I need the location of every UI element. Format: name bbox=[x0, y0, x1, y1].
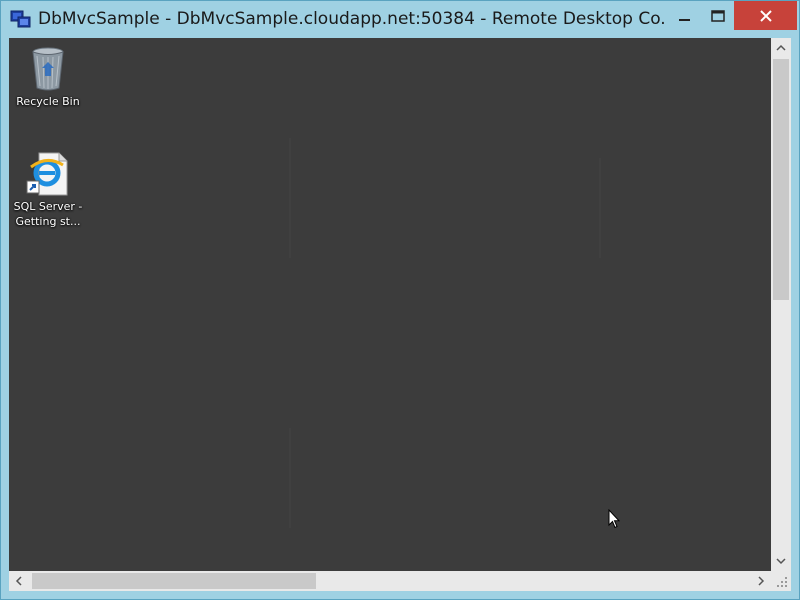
remote-desktop-window: DbMvcSample - DbMvcSample.cloudapp.net:5… bbox=[0, 0, 800, 600]
remote-desktop-area[interactable]: Recycle Bin SQL Server - Getting st... bbox=[9, 38, 771, 571]
mouse-cursor-icon bbox=[608, 509, 620, 529]
scroll-up-button[interactable] bbox=[771, 38, 791, 58]
chevron-right-icon bbox=[758, 576, 765, 586]
scroll-left-button[interactable] bbox=[9, 571, 29, 591]
remote-desktop-icon[interactable] bbox=[10, 9, 32, 29]
desktop-texture bbox=[599, 158, 601, 258]
maximize-icon bbox=[711, 9, 725, 22]
chevron-left-icon bbox=[15, 576, 22, 586]
resize-grip-icon bbox=[777, 577, 787, 587]
resize-grip[interactable] bbox=[771, 571, 791, 591]
chevron-down-icon bbox=[776, 558, 786, 565]
desktop-texture bbox=[289, 428, 291, 528]
close-icon bbox=[759, 9, 772, 22]
close-button[interactable] bbox=[734, 1, 797, 30]
desktop-icon-label: Recycle Bin bbox=[16, 95, 80, 108]
desktop-texture bbox=[289, 138, 291, 258]
desktop-icon-sql-server-getting-started[interactable]: SQL Server - Getting st... bbox=[9, 151, 87, 229]
vertical-scrollbar[interactable] bbox=[771, 38, 791, 571]
scroll-right-button[interactable] bbox=[751, 571, 771, 591]
internet-explorer-shortcut-icon bbox=[26, 152, 68, 196]
maximize-button[interactable] bbox=[700, 1, 736, 30]
desktop-icon-label: SQL Server - Getting st... bbox=[13, 200, 83, 228]
horizontal-scrollbar[interactable] bbox=[9, 571, 771, 591]
recycle-bin-icon bbox=[32, 47, 64, 91]
desktop-icon-recycle-bin[interactable]: Recycle Bin bbox=[9, 46, 87, 109]
window-title: DbMvcSample - DbMvcSample.cloudapp.net:5… bbox=[38, 9, 666, 29]
vertical-scroll-thumb[interactable] bbox=[773, 59, 789, 300]
horizontal-scroll-thumb[interactable] bbox=[32, 573, 316, 589]
minimize-icon bbox=[679, 18, 690, 21]
chevron-up-icon bbox=[776, 44, 786, 51]
scroll-down-button[interactable] bbox=[771, 551, 791, 571]
title-bar[interactable]: DbMvcSample - DbMvcSample.cloudapp.net:5… bbox=[1, 1, 799, 37]
minimize-button[interactable] bbox=[667, 1, 703, 30]
